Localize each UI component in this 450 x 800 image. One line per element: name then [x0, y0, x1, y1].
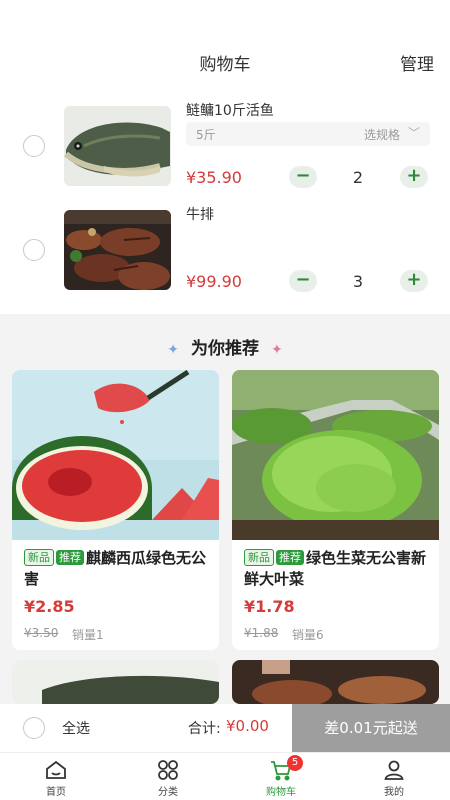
tag-recommend: 推荐 — [56, 550, 84, 565]
decrease-qty-button[interactable]: − — [289, 166, 317, 188]
sparkle-icon: ✦ — [271, 342, 283, 358]
item-select-radio[interactable] — [23, 239, 45, 261]
manage-button[interactable]: 管理 — [400, 50, 434, 75]
tab-profile[interactable]: 我的 — [338, 753, 450, 800]
product-card[interactable]: 新品 推荐 麒麟西瓜绿色无公害 ¥2.85 ¥3.50 销量1 — [12, 370, 219, 650]
product-image-steak[interactable] — [64, 210, 171, 290]
select-all-label[interactable]: 全选 — [62, 718, 90, 738]
tag-new: 新品 — [24, 549, 54, 566]
product-price: ¥1.78 — [244, 597, 295, 616]
user-icon — [384, 760, 404, 780]
checkout-bar: 全选 合计: ¥0.00 差0.01元起送 — [0, 704, 450, 752]
total-value: ¥0.00 — [226, 717, 269, 735]
page-title: 购物车 — [199, 55, 251, 75]
product-card[interactable] — [232, 660, 439, 704]
select-all-radio[interactable] — [23, 717, 45, 739]
cart-item: 鲢鳙10斤活鱼 5斤 选规格 ﹀ ¥35.90 − 2 + — [0, 86, 450, 196]
increase-qty-button[interactable]: + — [400, 270, 428, 292]
recommend-title: 为你推荐 — [191, 339, 259, 359]
tab-cart[interactable]: 5 购物车 — [225, 753, 337, 800]
item-select-radio[interactable] — [23, 135, 45, 157]
spec-value: 5斤 — [196, 128, 216, 142]
product-name: 新品 推荐 麒麟西瓜绿色无公害 — [24, 548, 214, 590]
bottom-tab-bar: 首页 分类 5 购物车 我的 — [0, 752, 450, 800]
home-icon — [46, 760, 66, 779]
cart-item: 牛排 ¥99.90 − 3 + — [0, 190, 450, 300]
product-sales: 销量1 — [72, 628, 104, 642]
item-price: ¥99.90 — [186, 272, 242, 291]
product-image-lettuce — [232, 370, 439, 540]
header: 购物车 管理 — [0, 0, 450, 86]
total-label: 合计: — [188, 721, 221, 737]
product-card[interactable]: 新品 推荐 绿色生菜无公害新鲜大叶菜 ¥1.78 ¥1.88 销量6 — [232, 370, 439, 650]
qty-value: 2 — [352, 168, 364, 187]
tag-new: 新品 — [244, 549, 274, 566]
sparkle-icon: ✦ — [167, 342, 179, 358]
tab-label: 购物车 — [266, 787, 296, 798]
product-card[interactable] — [12, 660, 219, 704]
product-old-price: ¥3.50 — [24, 626, 59, 640]
spec-select-label: 选规格 — [363, 128, 400, 142]
spec-selector[interactable]: 5斤 选规格 ﹀ — [186, 122, 430, 146]
tab-label: 分类 — [158, 787, 178, 798]
cart-list: 鲢鳙10斤活鱼 5斤 选规格 ﹀ ¥35.90 − 2 + 牛排 ¥99.90 … — [0, 86, 450, 314]
cart-count-badge: 5 — [287, 755, 303, 771]
product-old-price: ¥1.88 — [244, 626, 279, 640]
qty-value: 3 — [352, 272, 364, 291]
category-icon — [158, 760, 178, 780]
product-name: 新品 推荐 绿色生菜无公害新鲜大叶菜 — [244, 548, 434, 590]
product-image-fish[interactable] — [64, 106, 171, 186]
tab-category[interactable]: 分类 — [112, 753, 224, 800]
decrease-qty-button[interactable]: − — [289, 270, 317, 292]
product-sales: 销量6 — [292, 628, 324, 642]
product-price: ¥2.85 — [24, 597, 75, 616]
tab-home[interactable]: 首页 — [0, 753, 112, 800]
product-image-watermelon — [12, 370, 219, 540]
chevron-down-icon: ﹀ — [407, 126, 420, 140]
product-image-fish — [12, 660, 219, 704]
checkout-button[interactable]: 差0.01元起送 — [292, 704, 450, 752]
tab-label: 首页 — [46, 787, 66, 798]
item-name: 牛排 — [186, 207, 214, 223]
item-price: ¥35.90 — [186, 168, 242, 187]
recommend-heading: ✦ 为你推荐 ✦ — [0, 334, 450, 359]
tab-label: 我的 — [384, 787, 404, 798]
tag-recommend: 推荐 — [276, 550, 304, 565]
increase-qty-button[interactable]: + — [400, 166, 428, 188]
product-image-steak — [232, 660, 439, 704]
item-name: 鲢鳙10斤活鱼 — [186, 103, 274, 119]
